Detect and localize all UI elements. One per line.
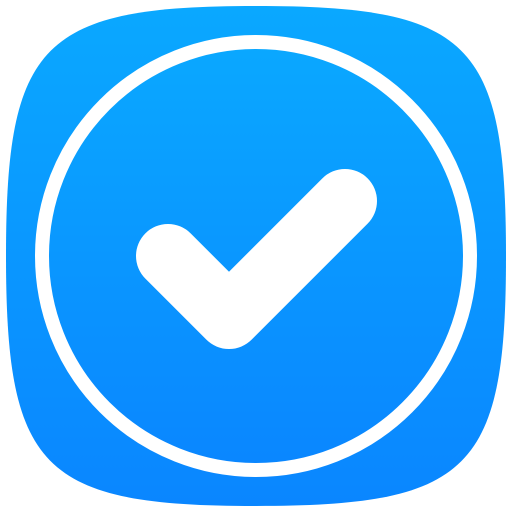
- app-icon[interactable]: [0, 0, 512, 512]
- app-icon-canvas: [0, 0, 512, 512]
